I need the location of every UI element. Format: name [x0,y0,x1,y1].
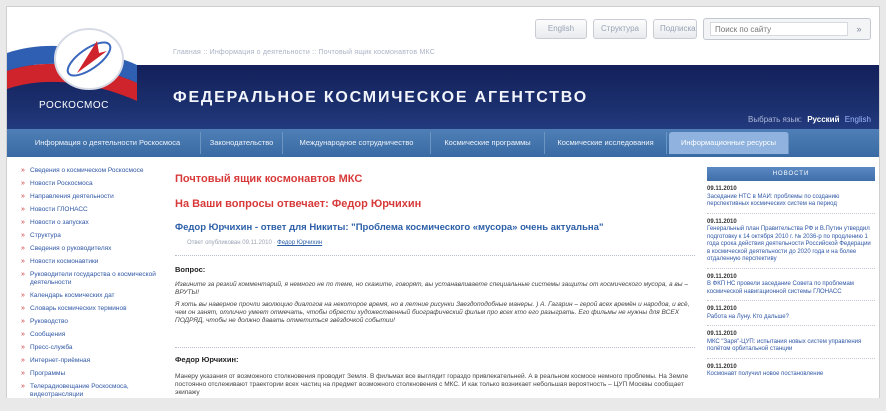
article-meta: Ответ опубликован 09.11.2010 · Федор Юрч… [187,240,322,246]
sidebar-item-reception[interactable]: Интернет-приёмная [21,357,157,365]
news-divider [707,212,875,214]
news-item[interactable]: 09.11.2010 Заседание НТС в МАИ: проблемы… [707,186,875,209]
sidebar-item-dictionary[interactable]: Словарь космических терминов [21,305,157,313]
tab-space-research[interactable]: Космические исследования [545,132,667,154]
news-divider [707,267,875,269]
sidebar-item-press[interactable]: Пресс-служба [21,344,157,352]
language-label: Выбрать язык: [748,115,802,124]
sidebar-item-calendar[interactable]: Календарь космических дат [21,292,157,300]
news-item[interactable]: 09.11.2010 Генеральный план Правительств… [707,219,875,264]
news-heading: НОВОСТИ [707,167,875,181]
news-date: 09.11.2010 [707,218,737,225]
search-go-button[interactable]: » [852,23,866,36]
sidebar-item-messages[interactable]: Сообщения [21,331,157,339]
news-link[interactable]: Космонавт получил новое постановление [707,371,875,379]
question-text-2: Я хоть вы наверное прочли эволюцию диало… [175,301,690,324]
structure-button[interactable]: Структура [593,19,647,39]
news-divider [707,325,875,326]
news-divider [707,357,875,359]
subscribe-button[interactable]: Подписка [653,19,697,39]
author-link[interactable]: Федор Юрчихин [277,240,322,246]
sidebar-item-launches[interactable]: Новости о запусках [21,219,157,227]
english-version-button[interactable]: English [535,19,587,39]
sidebar-item-state-leaders[interactable]: Руководители государства о космической д… [21,271,157,287]
tab-international-cooperation[interactable]: Международное сотрудничество [283,132,431,154]
news-item[interactable]: 09.11.2010 Работа на Луну. Кто дальше? [707,306,875,321]
page-bottom-edge [0,398,886,411]
news-date: 09.11.2010 [707,306,737,312]
sidebar-item-about[interactable]: Сведения о космическом Роскосмосе [21,167,157,175]
news-divider [707,300,875,301]
news-date: 09.11.2010 [707,186,737,192]
page-subtitle: На Ваши вопросы отвечает: Федор Юрчихин [175,198,422,210]
news-link[interactable]: Заседание НТС в МАИ: проблемы по создани… [707,194,875,209]
divider [175,255,695,256]
tab-information-resources[interactable]: Информационные ресурсы [669,132,789,154]
news-link[interactable]: Генеральный план Правительства РФ и В.Пу… [707,226,875,264]
news-date: 09.11.2010 [707,363,737,370]
sidebar-item-structure[interactable]: Структура [21,232,157,240]
answer-text: Манеру указания от возможного столкновен… [175,373,689,396]
browser-page: English Структура Подписка » Главная :: … [6,6,880,405]
divider [175,347,695,348]
question-text-1: Извините за резкий комментарий, я немног… [175,281,688,296]
tab-legislation[interactable]: Законодательство [201,132,283,154]
page-title: Почтовый ящик космонавтов МКС [175,173,363,185]
search-form: » [703,18,871,40]
news-item[interactable]: 09.11.2010 МКС "Заря"-ЦУП: испытания нов… [707,331,875,354]
search-input[interactable] [710,22,848,36]
sidebar-item-management[interactable]: Руководство [21,318,157,326]
news-date: 09.11.2010 [707,331,737,337]
left-sidebar: Сведения о космическом Роскосмосе Новост… [21,167,157,404]
tab-space-programs[interactable]: Космические программы [431,132,545,154]
answer-label: Федор Юрчихин: [175,355,239,364]
language-switcher: Выбрать язык: Русский English [748,115,871,124]
sidebar-item-glonass[interactable]: Новости ГЛОНАСС [21,206,157,214]
article-meta-prefix: Ответ опубликован 09.11.2010 · [187,240,278,246]
tab-activity-info[interactable]: Информация о деятельности Роскосмоса [15,132,201,154]
language-russian[interactable]: Русский [807,115,839,124]
question-label: Вопрос: [175,265,206,274]
roscosmos-logo-text: РОСКОСМОС [39,100,109,111]
news-date: 09.11.2010 [707,273,737,280]
sidebar-item-leaders[interactable]: Сведения о руководителях [21,245,157,253]
sidebar-item-news[interactable]: Новости Роскосмоса [21,180,157,188]
news-item[interactable]: 09.11.2010 Космонавт получил новое поста… [707,364,875,379]
news-item[interactable]: 09.11.2010 В ФКП НС провели заседание Со… [707,274,875,297]
sidebar-item-directions[interactable]: Направления деятельности [21,193,157,201]
sidebar-item-cosmonautics-news[interactable]: Новости космонавтики [21,258,157,266]
news-link[interactable]: Работа на Луну. Кто дальше? [707,314,875,322]
news-link[interactable]: В ФКП НС провели заседание Совета по про… [707,281,875,296]
language-english[interactable]: English [845,115,871,124]
sidebar-item-broadcast[interactable]: Телерадиовещание Роскосмоса, видеотрансл… [21,383,157,399]
agency-name: ФЕДЕРАЛЬНОЕ КОСМИЧЕСКОЕ АГЕНТСТВО [173,89,588,106]
news-link[interactable]: МКС "Заря"-ЦУП: испытания новых систем у… [707,339,875,354]
news-column: НОВОСТИ 09.11.2010 Заседание НТС в МАИ: … [707,167,875,379]
main-navigation: Информация о деятельности Роскосмоса Зак… [7,129,879,157]
article-title-link[interactable]: Федор Юрчихин - ответ для Никиты: "Пробл… [175,222,603,233]
breadcrumb[interactable]: Главная :: Информация о деятельности :: … [173,49,435,56]
sidebar-item-programs[interactable]: Программы [21,370,157,378]
